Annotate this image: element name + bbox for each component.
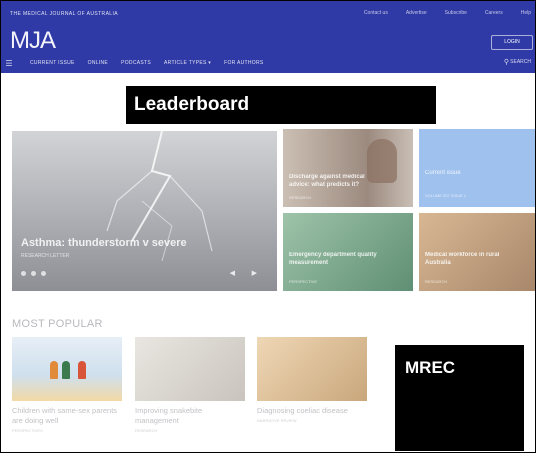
feature-tile[interactable]: Discharge against medical advice: what p… (283, 129, 413, 207)
top-links: Contact us Advertise Subscribe Careers H… (364, 10, 531, 16)
hero-carousel[interactable]: Asthma: thunderstorm v severe RESEARCH L… (12, 131, 277, 291)
feature-tile[interactable]: Current issue VOLUME 207 ISSUE 1 (419, 129, 535, 207)
tile-title: Emergency department quality measurement (289, 252, 377, 266)
tile-title: Medical workforce in rural Australia (425, 252, 500, 266)
top-link-careers[interactable]: Careers (485, 10, 503, 16)
chevron-right-icon[interactable]: ▶ (252, 269, 257, 277)
hero-title[interactable]: Asthma: thunderstorm v severe (21, 237, 187, 249)
tile-meta: RESEARCH (289, 195, 312, 200)
feature-tile[interactable]: Medical workforce in rural Australia RES… (419, 213, 535, 291)
lightning-image (106, 131, 213, 262)
card-meta: RESEARCH (135, 428, 158, 433)
hero-meta: RESEARCH LETTER (21, 253, 70, 259)
nav-article-types[interactable]: ARTICLE TYPES ▾ (164, 60, 211, 66)
carousel-dot[interactable] (21, 271, 26, 276)
figure-shape (50, 361, 58, 379)
card-image (257, 337, 367, 401)
search-icon[interactable]: ⚲ (504, 58, 509, 66)
search-label[interactable]: SEARCH (510, 59, 531, 65)
card-title[interactable]: Diagnosing coeliac disease (257, 406, 367, 416)
card-title[interactable]: Improving snakebite management (135, 406, 245, 426)
card-meta: PERSPECTIVES (12, 428, 43, 433)
card-meta: NARRATIVE REVIEW (257, 418, 297, 423)
publisher-name: THE MEDICAL JOURNAL OF AUSTRALIA (10, 11, 119, 17)
portrait-image (367, 139, 397, 183)
figure-shape (78, 361, 86, 379)
popular-card[interactable]: Improving snakebite management RESEARCH (135, 337, 245, 433)
top-link-contact[interactable]: Contact us (364, 10, 388, 16)
popular-card[interactable]: Diagnosing coeliac disease NARRATIVE REV… (257, 337, 367, 423)
top-link-advertise[interactable]: Advertise (406, 10, 427, 16)
popular-card[interactable]: Children with same-sex parents are doing… (12, 337, 122, 433)
nav-current-issue[interactable]: CURRENT ISSUE (30, 60, 75, 66)
most-popular-heading: MOST POPULAR (12, 318, 103, 330)
tile-title: Discharge against medical advice: what p… (289, 174, 365, 188)
feature-tile[interactable]: Emergency department quality measurement… (283, 213, 413, 291)
login-button[interactable]: LOGIN (491, 35, 533, 50)
tile-title: Current issue (425, 170, 461, 176)
card-image (12, 337, 122, 401)
nav-online[interactable]: ONLINE (88, 60, 108, 66)
leaderboard-ad[interactable]: Leaderboard (126, 86, 436, 124)
nav-for-authors[interactable]: FOR AUTHORS (224, 60, 263, 66)
figure-shape (62, 361, 70, 379)
card-title[interactable]: Children with same-sex parents are doing… (12, 406, 122, 426)
main-nav: ☰ CURRENT ISSUE ONLINE PODCASTS ARTICLE … (1, 56, 535, 70)
site-header: THE MEDICAL JOURNAL OF AUSTRALIA Contact… (1, 1, 535, 73)
site-logo[interactable]: MJA (10, 27, 56, 55)
carousel-dot[interactable] (41, 271, 46, 276)
mrec-ad[interactable]: MREC (395, 345, 524, 451)
carousel-dot[interactable] (31, 271, 36, 276)
menu-icon[interactable]: ☰ (1, 59, 17, 68)
nav-podcasts[interactable]: PODCASTS (121, 60, 151, 66)
top-link-subscribe[interactable]: Subscribe (445, 10, 467, 16)
chevron-left-icon[interactable]: ◀ (230, 269, 235, 277)
carousel-dots (21, 271, 46, 276)
tile-meta: PERSPECTIVE (289, 279, 318, 284)
tile-meta: RESEARCH (425, 279, 448, 284)
top-link-help[interactable]: Help (521, 10, 531, 16)
card-image (135, 337, 245, 401)
tile-meta: VOLUME 207 ISSUE 1 (425, 193, 467, 198)
page-frame: THE MEDICAL JOURNAL OF AUSTRALIA Contact… (0, 0, 536, 453)
